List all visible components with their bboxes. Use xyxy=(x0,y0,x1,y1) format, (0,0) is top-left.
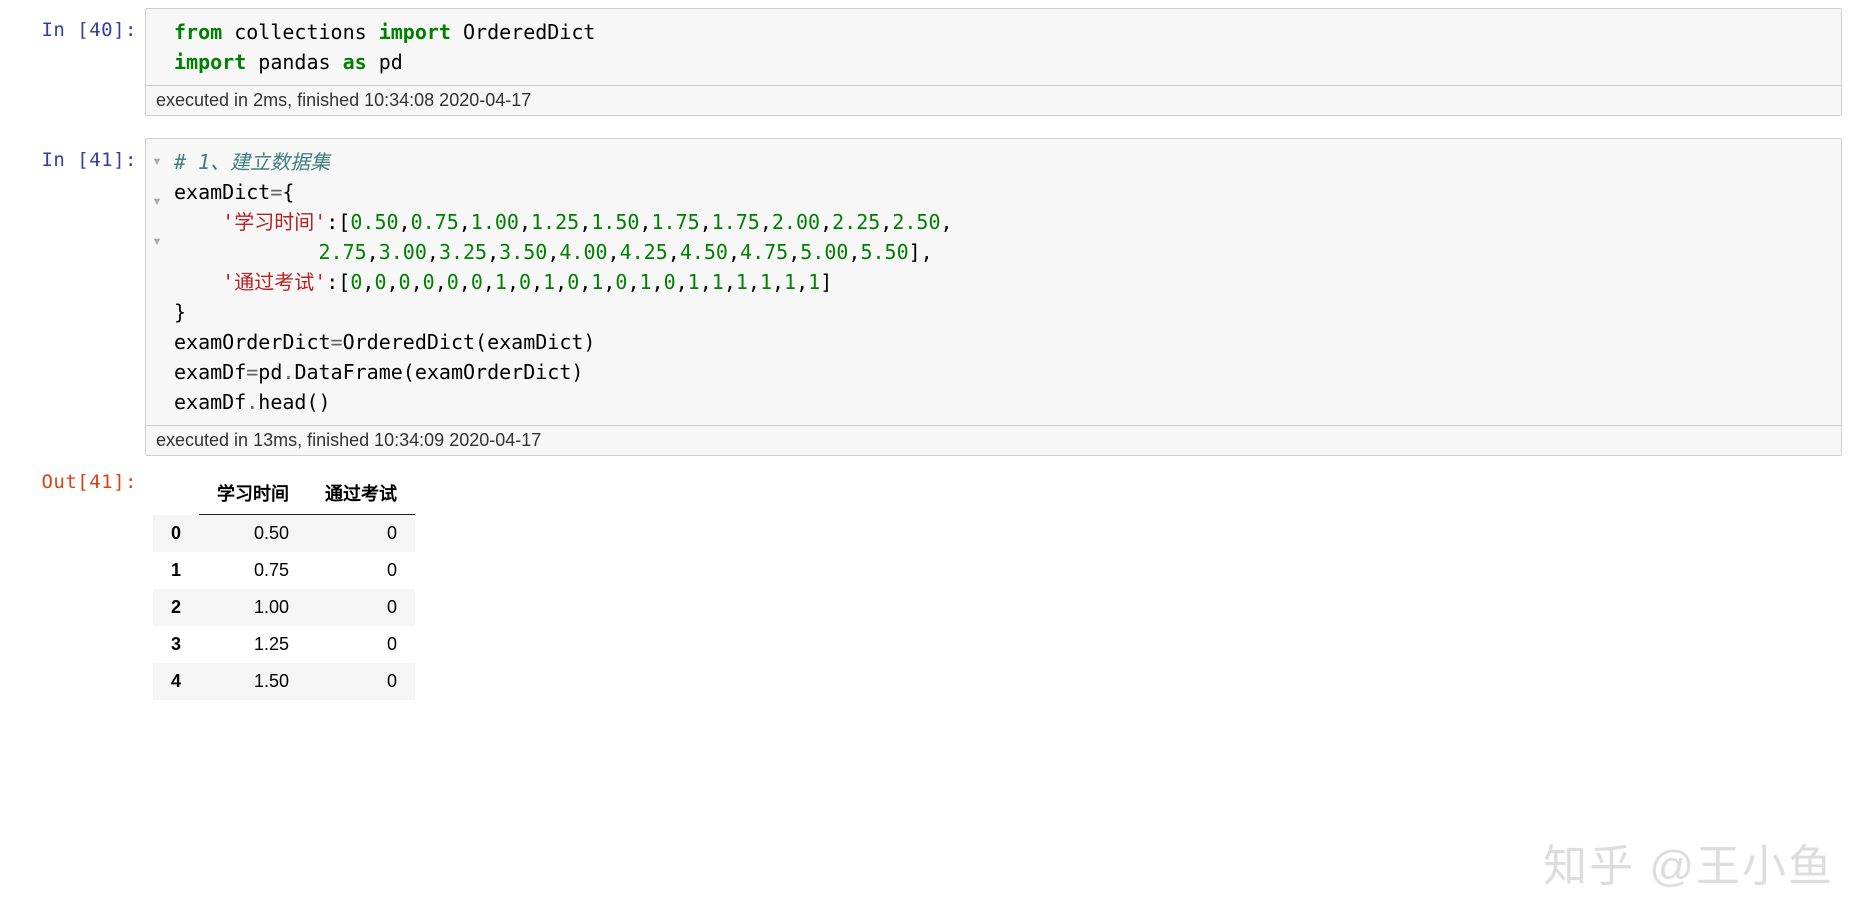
table-row: 41.500 xyxy=(153,663,415,700)
row-index: 0 xyxy=(153,515,199,553)
cell-pass-exam: 0 xyxy=(307,552,415,589)
timing-40: executed in 2ms, finished 10:34:08 2020-… xyxy=(146,85,1841,115)
prompt-out-41: Out[41]: xyxy=(0,460,145,495)
cell-study-time: 1.00 xyxy=(199,589,307,626)
prompt-in-40: In [40]: xyxy=(0,8,145,43)
code-gutter xyxy=(146,9,170,85)
output-area-41: 学习时间通过考试00.50010.75021.00031.25041.500 xyxy=(145,460,1852,700)
cell-study-time: 1.50 xyxy=(199,663,307,700)
code-editor-41[interactable]: # 1、建立数据集 examDict={ '学习时间':[0.50,0.75,1… xyxy=(170,139,1841,425)
row-index: 4 xyxy=(153,663,199,700)
code-block-40[interactable]: from collections import OrderedDict impo… xyxy=(146,9,1841,85)
input-area-41[interactable]: ▼ ▼ ▼ # 1、建立数据集 examDict={ '学习时间':[0.50,0.… xyxy=(145,138,1842,456)
table-row: 10.750 xyxy=(153,552,415,589)
input-area-40[interactable]: from collections import OrderedDict impo… xyxy=(145,8,1842,116)
cell-study-time: 0.75 xyxy=(199,552,307,589)
fold-arrow-icon[interactable]: ▼ xyxy=(152,187,163,217)
cell-pass-exam: 0 xyxy=(307,515,415,553)
dataframe-table: 学习时间通过考试00.50010.75021.00031.25041.500 xyxy=(153,472,415,700)
cell-in-41: In [41]: ▼ ▼ ▼ # 1、建立数据集 examDict={ '学习时间'… xyxy=(0,138,1852,456)
prompt-in-41: In [41]: xyxy=(0,138,145,173)
code-gutter[interactable]: ▼ ▼ ▼ xyxy=(146,139,170,425)
table-row: 31.250 xyxy=(153,626,415,663)
row-index: 2 xyxy=(153,589,199,626)
cell-in-40: In [40]: from collections import Ordered… xyxy=(0,8,1852,116)
table-row: 00.500 xyxy=(153,515,415,553)
row-index: 3 xyxy=(153,626,199,663)
watermark: 知乎 @王小鱼 xyxy=(1543,830,1834,894)
code-editor-40[interactable]: from collections import OrderedDict impo… xyxy=(170,9,1841,85)
cell-study-time: 0.50 xyxy=(199,515,307,553)
cell-out-41: Out[41]: 学习时间通过考试00.50010.75021.00031.25… xyxy=(0,460,1852,700)
cell-study-time: 1.25 xyxy=(199,626,307,663)
table-header: 学习时间 xyxy=(199,472,307,515)
cell-pass-exam: 0 xyxy=(307,663,415,700)
table-row: 21.000 xyxy=(153,589,415,626)
row-index: 1 xyxy=(153,552,199,589)
cell-pass-exam: 0 xyxy=(307,626,415,663)
table-header xyxy=(153,472,199,515)
fold-arrow-icon[interactable]: ▼ xyxy=(152,227,163,257)
fold-arrow-icon[interactable]: ▼ xyxy=(152,147,163,177)
code-block-41[interactable]: ▼ ▼ ▼ # 1、建立数据集 examDict={ '学习时间':[0.50,0.… xyxy=(146,139,1841,425)
timing-41: executed in 13ms, finished 10:34:09 2020… xyxy=(146,425,1841,455)
table-header: 通过考试 xyxy=(307,472,415,515)
cell-pass-exam: 0 xyxy=(307,589,415,626)
